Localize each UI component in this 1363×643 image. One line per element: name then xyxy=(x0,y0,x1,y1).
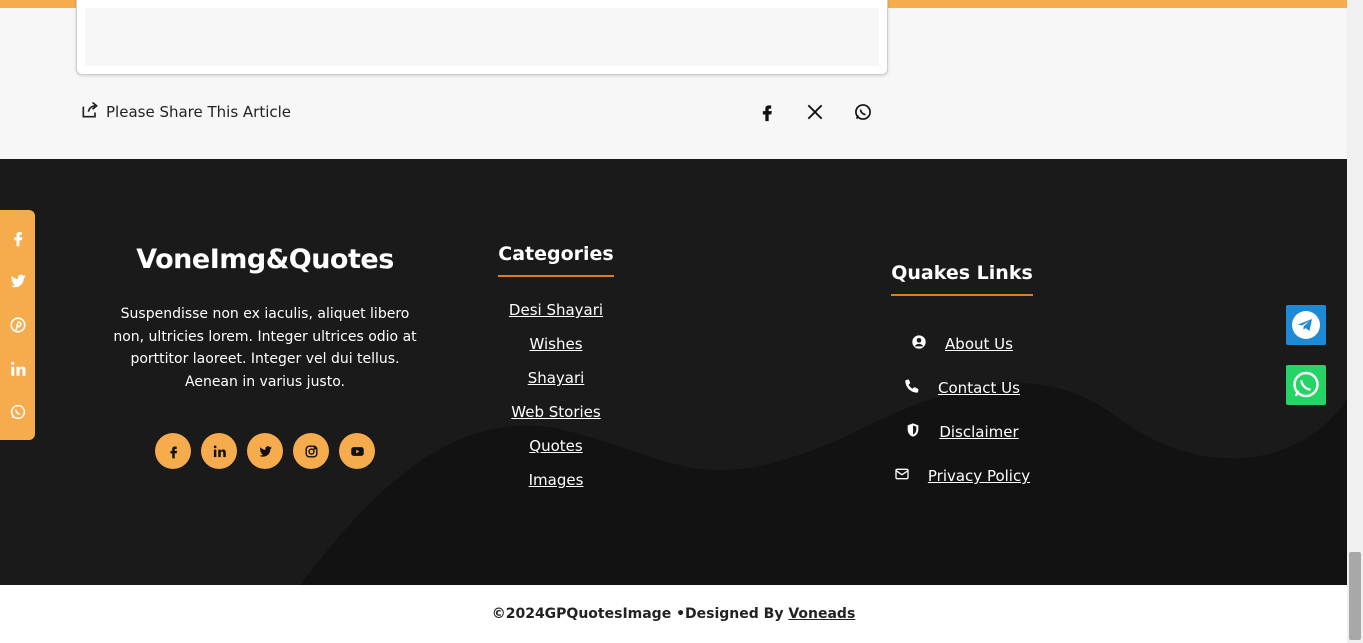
list-item: About Us xyxy=(862,322,1062,366)
article-content-area xyxy=(85,8,879,66)
copyright-bar: ©2024GPQuotesImage •Designed By Voneads xyxy=(0,585,1347,643)
footer-categories-column: Categories Desi Shayari Wishes Shayari W… xyxy=(456,243,656,505)
whatsapp-icon[interactable] xyxy=(852,101,874,123)
category-link-images[interactable]: Images xyxy=(529,471,584,489)
contact-us-link[interactable]: Contact Us xyxy=(938,379,1020,397)
page-scrollbar[interactable] xyxy=(1347,0,1363,643)
disclaimer-link[interactable]: Disclaimer xyxy=(939,423,1018,441)
phone-icon xyxy=(904,378,920,398)
site-footer: VoneImg&Quotes Suspendisse non ex iaculi… xyxy=(0,159,1347,585)
scrollbar-thumb[interactable] xyxy=(1349,552,1361,640)
quick-links-list: About Us Contact Us Disclaimer Privacy P… xyxy=(862,322,1062,498)
pinterest-icon[interactable] xyxy=(7,314,29,336)
floating-telegram-button[interactable] xyxy=(1286,305,1326,345)
linkedin-icon[interactable] xyxy=(201,433,237,469)
share-label-text: Please Share This Article xyxy=(106,103,292,121)
envelope-icon xyxy=(894,466,910,486)
share-label: Please Share This Article xyxy=(80,100,291,124)
list-item: Quotes xyxy=(456,437,656,471)
side-share-bar xyxy=(0,210,35,440)
whatsapp-icon xyxy=(1293,371,1319,398)
user-circle-icon xyxy=(911,334,927,354)
telegram-icon xyxy=(1292,311,1320,339)
list-item: Desi Shayari xyxy=(456,301,656,335)
footer-brand-column: VoneImg&Quotes Suspendisse non ex iaculi… xyxy=(110,244,420,469)
facebook-icon[interactable] xyxy=(7,227,29,249)
list-item: Images xyxy=(456,471,656,505)
quick-links-heading: Quakes Links xyxy=(891,262,1033,296)
categories-heading: Categories xyxy=(498,243,614,277)
share-icons xyxy=(756,101,880,123)
twitter-icon[interactable] xyxy=(7,270,29,292)
whatsapp-icon[interactable] xyxy=(7,401,29,423)
floating-whatsapp-button[interactable] xyxy=(1286,365,1326,405)
list-item: Wishes xyxy=(456,335,656,369)
category-link-web-stories[interactable]: Web Stories xyxy=(511,403,600,421)
footer-brand-title: VoneImg&Quotes xyxy=(136,244,394,275)
list-item: Disclaimer xyxy=(862,410,1062,454)
about-us-link[interactable]: About Us xyxy=(945,335,1013,353)
instagram-icon[interactable] xyxy=(293,433,329,469)
share-icon xyxy=(80,100,100,124)
facebook-icon[interactable] xyxy=(155,433,191,469)
shield-icon xyxy=(905,422,921,442)
facebook-icon[interactable] xyxy=(756,101,778,123)
list-item: Contact Us xyxy=(862,366,1062,410)
x-icon[interactable] xyxy=(804,101,826,123)
list-item: Privacy Policy xyxy=(862,454,1062,498)
footer-quick-links-column: Quakes Links About Us Contact Us Disclai… xyxy=(862,262,1062,498)
linkedin-icon[interactable] xyxy=(7,358,29,380)
footer-social-links xyxy=(110,433,420,469)
designer-link[interactable]: Voneads xyxy=(788,606,855,622)
category-link-desi-shayari[interactable]: Desi Shayari xyxy=(509,301,603,319)
article-share-row: Please Share This Article xyxy=(80,98,880,126)
privacy-policy-link[interactable]: Privacy Policy xyxy=(928,467,1030,485)
copyright-text: ©2024GPQuotesImage •Designed By Voneads xyxy=(492,606,856,622)
youtube-icon[interactable] xyxy=(339,433,375,469)
article-content-card xyxy=(76,0,888,75)
twitter-icon[interactable] xyxy=(247,433,283,469)
list-item: Web Stories xyxy=(456,403,656,437)
copyright-label: ©2024GPQuotesImage •Designed By xyxy=(491,606,784,622)
category-link-quotes[interactable]: Quotes xyxy=(529,437,582,455)
list-item: Shayari xyxy=(456,369,656,403)
category-link-wishes[interactable]: Wishes xyxy=(529,335,582,353)
categories-list: Desi Shayari Wishes Shayari Web Stories … xyxy=(456,301,656,505)
footer-brand-description: Suspendisse non ex iaculis, aliquet libe… xyxy=(113,306,417,390)
category-link-shayari[interactable]: Shayari xyxy=(528,369,585,387)
